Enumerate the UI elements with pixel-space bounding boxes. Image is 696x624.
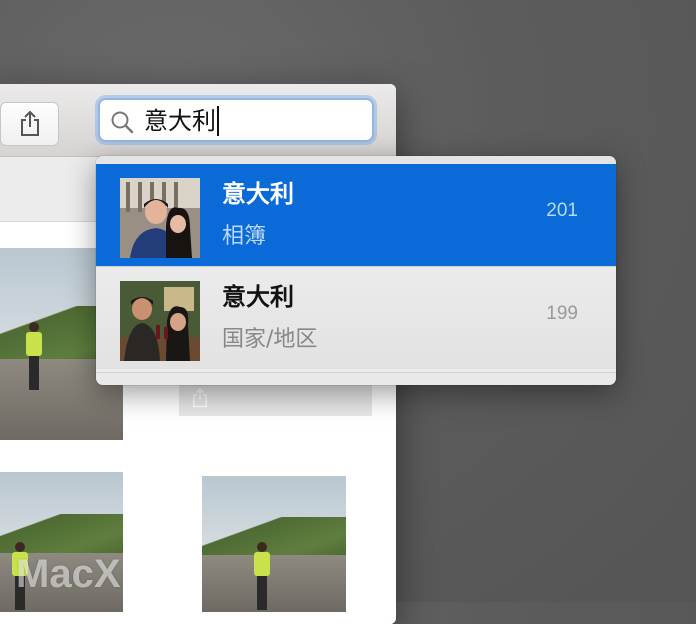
suggestion-count: 199 [546,303,578,324]
share-icon [20,111,39,136]
share-button[interactable] [0,102,59,146]
watermark: MacX [16,552,121,596]
suggestion-type: 相簿 [222,224,267,249]
search-input[interactable]: 意大利 [144,106,219,136]
toolbar: 意大利 [0,84,396,157]
suggestion-row-country[interactable]: 意大利 国家/地区 199 [96,266,616,369]
photo-share-strip[interactable] [179,382,372,416]
photo-thumbnail[interactable] [202,476,346,612]
place-thumbnail [120,281,200,361]
magnifier-icon [111,111,134,134]
share-icon [193,388,207,408]
suggestion-title: 意大利 [222,180,294,208]
suggestion-type: 国家/地区 [222,327,318,352]
album-thumbnail [120,178,200,258]
suggestion-count: 201 [546,200,578,221]
search-field[interactable]: 意大利 [98,98,374,142]
suggestion-title: 意大利 [222,283,294,311]
suggestion-row-album[interactable]: 意大利 相簿 201 [96,164,616,266]
search-suggestions: 意大利 相簿 201 意大利 国家/地区 199 [96,156,616,385]
